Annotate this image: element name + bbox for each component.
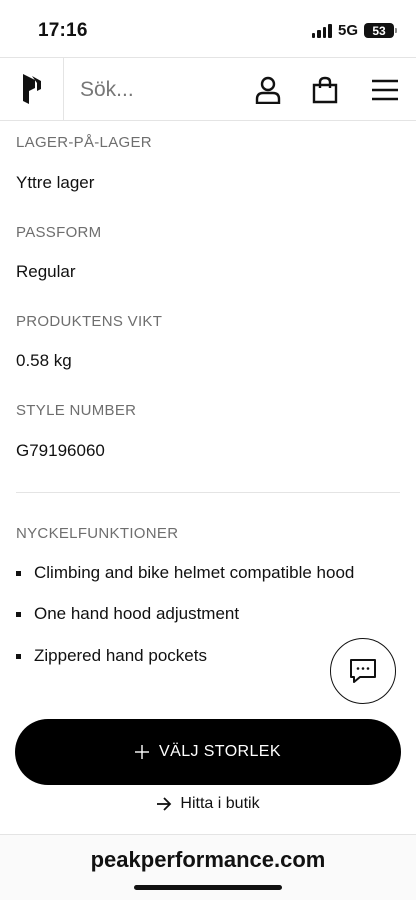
shopping-bag-icon[interactable] [310, 75, 340, 105]
list-item: Climbing and bike helmet compatible hood [16, 563, 354, 583]
url-text: peakperformance.com [90, 847, 326, 872]
feature-text: Climbing and bike helmet compatible hood [34, 563, 355, 582]
site-header [0, 57, 416, 121]
search-input[interactable] [80, 75, 230, 105]
brand-logo-icon [22, 74, 41, 104]
list-item: Zippered hand pockets [16, 646, 207, 666]
battery-icon: 53 [364, 23, 397, 38]
home-indicator [134, 885, 282, 890]
select-size-button[interactable]: VÄLJ STORLEK [15, 719, 401, 785]
spec-value: Regular [16, 262, 76, 281]
menu-icon[interactable] [370, 75, 400, 105]
section-divider [16, 492, 400, 493]
chat-icon [350, 659, 376, 683]
list-item: One hand hood adjustment [16, 604, 239, 624]
status-bar: 17:16 5G 53 [0, 0, 416, 56]
find-in-store-label: Hitta i butik [180, 795, 260, 812]
spec-label: LAGER-PÅ-LAGER [16, 134, 152, 151]
network-type: 5G [337, 22, 358, 39]
status-time: 17:16 [38, 20, 88, 41]
spec-value: Yttre lager [16, 173, 95, 192]
spec-label: PASSFORM [16, 224, 102, 241]
arrow-right-icon [157, 797, 172, 811]
logo[interactable] [0, 58, 64, 120]
account-icon[interactable] [253, 75, 283, 105]
chat-button[interactable] [330, 638, 396, 704]
battery-level: 53 [372, 23, 386, 38]
spec-value: G79196060 [16, 441, 105, 460]
select-size-label: VÄLJ STORLEK [159, 743, 281, 760]
spec-label: STYLE NUMBER [16, 402, 137, 419]
feature-text: One hand hood adjustment [34, 604, 240, 623]
browser-address-bar[interactable]: peakperformance.com [0, 834, 416, 900]
key-features-title: NYCKELFUNKTIONER [16, 525, 179, 542]
spec-value: 0.58 kg [16, 351, 72, 370]
signal-icon [311, 23, 332, 38]
feature-text: Zippered hand pockets [34, 646, 207, 665]
spec-label: PRODUKTENS VIKT [16, 313, 163, 330]
find-in-store-link[interactable]: Hitta i butik [0, 792, 416, 816]
bullet-icon [16, 653, 21, 659]
bullet-icon [16, 570, 21, 576]
bullet-icon [16, 611, 21, 617]
plus-icon [135, 745, 150, 759]
status-icons: 5G 53 [311, 22, 397, 39]
